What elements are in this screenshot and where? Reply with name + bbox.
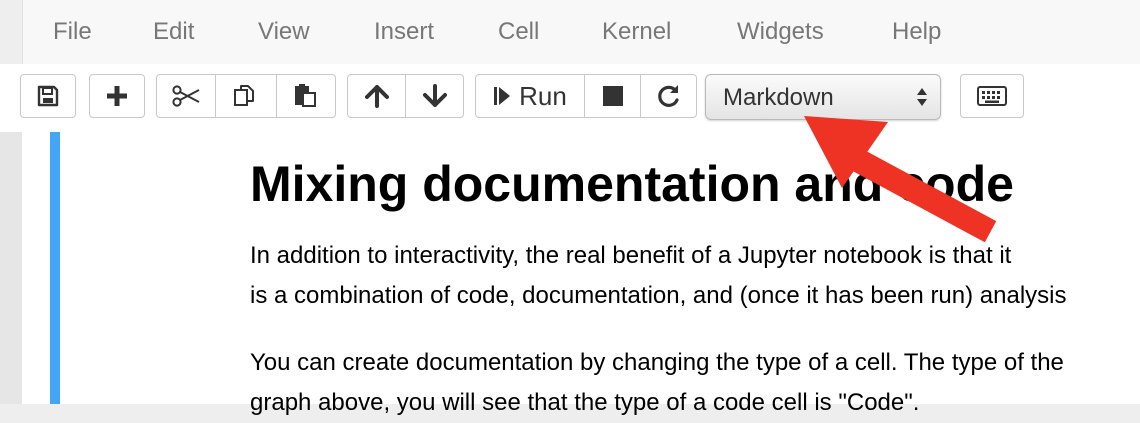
save-button[interactable] xyxy=(20,74,76,118)
menu-edit[interactable]: Edit xyxy=(153,18,194,46)
copy-button[interactable] xyxy=(215,74,277,118)
restart-kernel-button[interactable] xyxy=(640,74,697,118)
paste-icon xyxy=(293,84,319,108)
keyboard-icon xyxy=(977,86,1007,106)
floppy-disk-icon xyxy=(37,85,59,107)
move-up-button[interactable] xyxy=(347,74,406,118)
menubar: File Edit View Insert Cell Kernel Widget… xyxy=(22,0,1140,65)
menu-help[interactable]: Help xyxy=(892,18,941,46)
paragraph-line: You can create documentation by changing… xyxy=(250,349,1064,376)
paste-button[interactable] xyxy=(276,74,336,118)
arrow-down-icon xyxy=(422,84,447,108)
refresh-icon xyxy=(657,84,681,108)
step-forward-icon xyxy=(493,85,511,107)
menu-view[interactable]: View xyxy=(258,18,310,46)
copy-icon xyxy=(233,84,259,108)
plus-icon xyxy=(106,85,128,107)
arrow-up-icon xyxy=(364,84,389,108)
stop-icon xyxy=(602,85,624,107)
cut-button[interactable] xyxy=(156,74,216,118)
annotation-arrow-icon xyxy=(790,108,1010,253)
paragraph-line: is a combination of code, documentation,… xyxy=(250,282,1067,309)
selected-cell-indicator xyxy=(50,132,60,404)
insert-cell-button[interactable] xyxy=(89,74,145,118)
menu-insert[interactable]: Insert xyxy=(374,18,434,46)
left-gutter xyxy=(0,132,22,404)
interrupt-kernel-button[interactable] xyxy=(584,74,641,118)
menu-kernel[interactable]: Kernel xyxy=(602,18,671,46)
move-down-button[interactable] xyxy=(405,74,464,118)
menu-cell[interactable]: Cell xyxy=(498,18,539,46)
menu-file[interactable]: File xyxy=(53,18,92,46)
scissors-icon xyxy=(172,85,200,107)
run-button-label: Run xyxy=(519,80,567,111)
run-button[interactable]: Run xyxy=(475,74,585,118)
menu-widgets[interactable]: Widgets xyxy=(737,18,824,46)
paragraph-line: graph above, you will see that the type … xyxy=(250,389,920,416)
